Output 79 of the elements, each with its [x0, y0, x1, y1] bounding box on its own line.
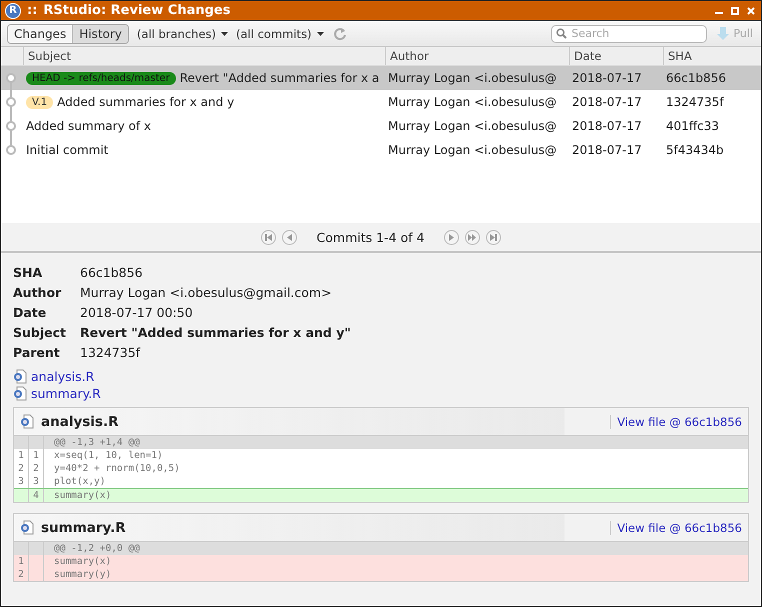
- view-tab[interactable]: History: [72, 24, 128, 42]
- arrow-icon: [264, 232, 273, 242]
- column-header[interactable]: Date: [569, 47, 663, 65]
- column-header[interactable]: SHA: [663, 47, 761, 65]
- code-line: plot(x,y): [53, 475, 106, 488]
- commit-sha: 66c1b856: [666, 71, 726, 85]
- commit-sha: 401ffc33: [666, 119, 720, 133]
- file-icon: [20, 414, 35, 429]
- ref-label: V.1: [26, 96, 54, 108]
- last-page-button[interactable]: [486, 230, 502, 244]
- previous-page-button[interactable]: [282, 230, 297, 244]
- field-label: Subject: [13, 325, 67, 341]
- arrow-icon: [489, 232, 498, 242]
- arrow-icon: [284, 232, 294, 242]
- line-number: 2: [14, 568, 29, 581]
- maximize-icon[interactable]: [731, 6, 739, 14]
- commit-date: 2018-07-17: [572, 95, 642, 109]
- code-line: summary(x): [53, 489, 112, 502]
- menu-glyph[interactable]: ::: [27, 3, 38, 18]
- commit-sha: 1324735f: [666, 95, 724, 109]
- commit-author: Murray Logan <i.obesulus@: [388, 119, 557, 133]
- view-file-link[interactable]: View file @ 66c1b856: [610, 414, 742, 428]
- down-arrow-icon: [717, 26, 730, 40]
- diff-filename: analysis.R: [41, 414, 118, 430]
- commit-date: 2018-07-17: [572, 71, 642, 85]
- column-header[interactable]: Author: [385, 47, 569, 65]
- hunk-header: @@ -1,2 +0,0 @@: [53, 542, 141, 555]
- close-icon[interactable]: [747, 6, 755, 14]
- code-line: summary(x): [53, 555, 112, 568]
- file-link[interactable]: analysis.R: [13, 369, 749, 384]
- commit-subject: Initial commit: [26, 143, 108, 157]
- diff-filename: summary.R: [41, 520, 126, 536]
- pager-label: Commits 1-4 of 4: [316, 230, 424, 244]
- caret-icon: [316, 32, 324, 36]
- field-label: SHA: [13, 265, 44, 281]
- field-value: 66c1b856: [80, 265, 144, 281]
- app-logo: R: [5, 2, 21, 18]
- field-value: 2018-07-17 00:50: [80, 305, 194, 321]
- code-line: y=40*2 + rnorm(10,0,5): [53, 462, 181, 475]
- commit-date: 2018-07-17: [572, 119, 642, 133]
- field-label: Parent: [13, 345, 61, 361]
- line-number: 4: [29, 489, 44, 502]
- file-icon: [13, 386, 28, 401]
- column-header[interactable]: Subject: [23, 47, 385, 65]
- field-label: Author: [13, 285, 62, 301]
- commit-sha: 5f43434b: [666, 143, 724, 157]
- view-file-link[interactable]: View file @ 66c1b856: [610, 520, 742, 534]
- field-value: 1324735f: [80, 345, 142, 361]
- commit-subject: Added summaries for x and y: [57, 95, 234, 109]
- arrow-icon: [468, 232, 478, 242]
- ref-label: HEAD -> refs/heads/master: [26, 72, 176, 84]
- commit-date: 2018-07-17: [572, 143, 642, 157]
- commit-author: Murray Logan <i.obesulus@: [388, 71, 557, 85]
- view-tab[interactable]: Changes: [8, 24, 72, 42]
- hunk-header: @@ -1,3 +1,4 @@: [53, 436, 141, 449]
- first-page-button[interactable]: [260, 230, 276, 244]
- commit-row[interactable]: HEAD -> refs/heads/master Revert "Added summaries for x a Murray Logan <i.obesulus@ 2018-07-17 66c1b856: [1, 66, 761, 90]
- code-line: summary(y): [53, 568, 112, 581]
- field-value: Murray Logan <i.obesulus@gmail.com>: [80, 285, 333, 301]
- search-icon: [556, 28, 568, 39]
- commit-dropdown[interactable]: (all commits): [236, 26, 324, 40]
- arrow-icon: [447, 232, 456, 242]
- commit-author: Murray Logan <i.obesulus@: [388, 143, 557, 157]
- branch-dropdown[interactable]: (all branches): [136, 26, 228, 40]
- commit-author: Murray Logan <i.obesulus@: [388, 95, 557, 109]
- file-icon: [13, 369, 28, 384]
- code-line: x=seq(1, 10, len=1): [53, 449, 164, 462]
- field-value: Revert "Added summaries for x and y": [80, 325, 352, 341]
- file-link[interactable]: summary.R: [13, 386, 749, 401]
- caret-icon: [221, 32, 228, 36]
- skip-forward-button[interactable]: [465, 230, 480, 244]
- search-field[interactable]: Search: [551, 24, 708, 42]
- commit-subject: Added summary of x: [26, 119, 151, 133]
- window-title: RStudio: Review Changes: [43, 3, 230, 18]
- field-label: Date: [13, 305, 48, 321]
- commit-subject: Revert "Added summaries for x a: [180, 71, 380, 85]
- next-page-button[interactable]: [444, 230, 460, 244]
- file-icon: [20, 520, 35, 535]
- refresh-icon[interactable]: [332, 26, 348, 42]
